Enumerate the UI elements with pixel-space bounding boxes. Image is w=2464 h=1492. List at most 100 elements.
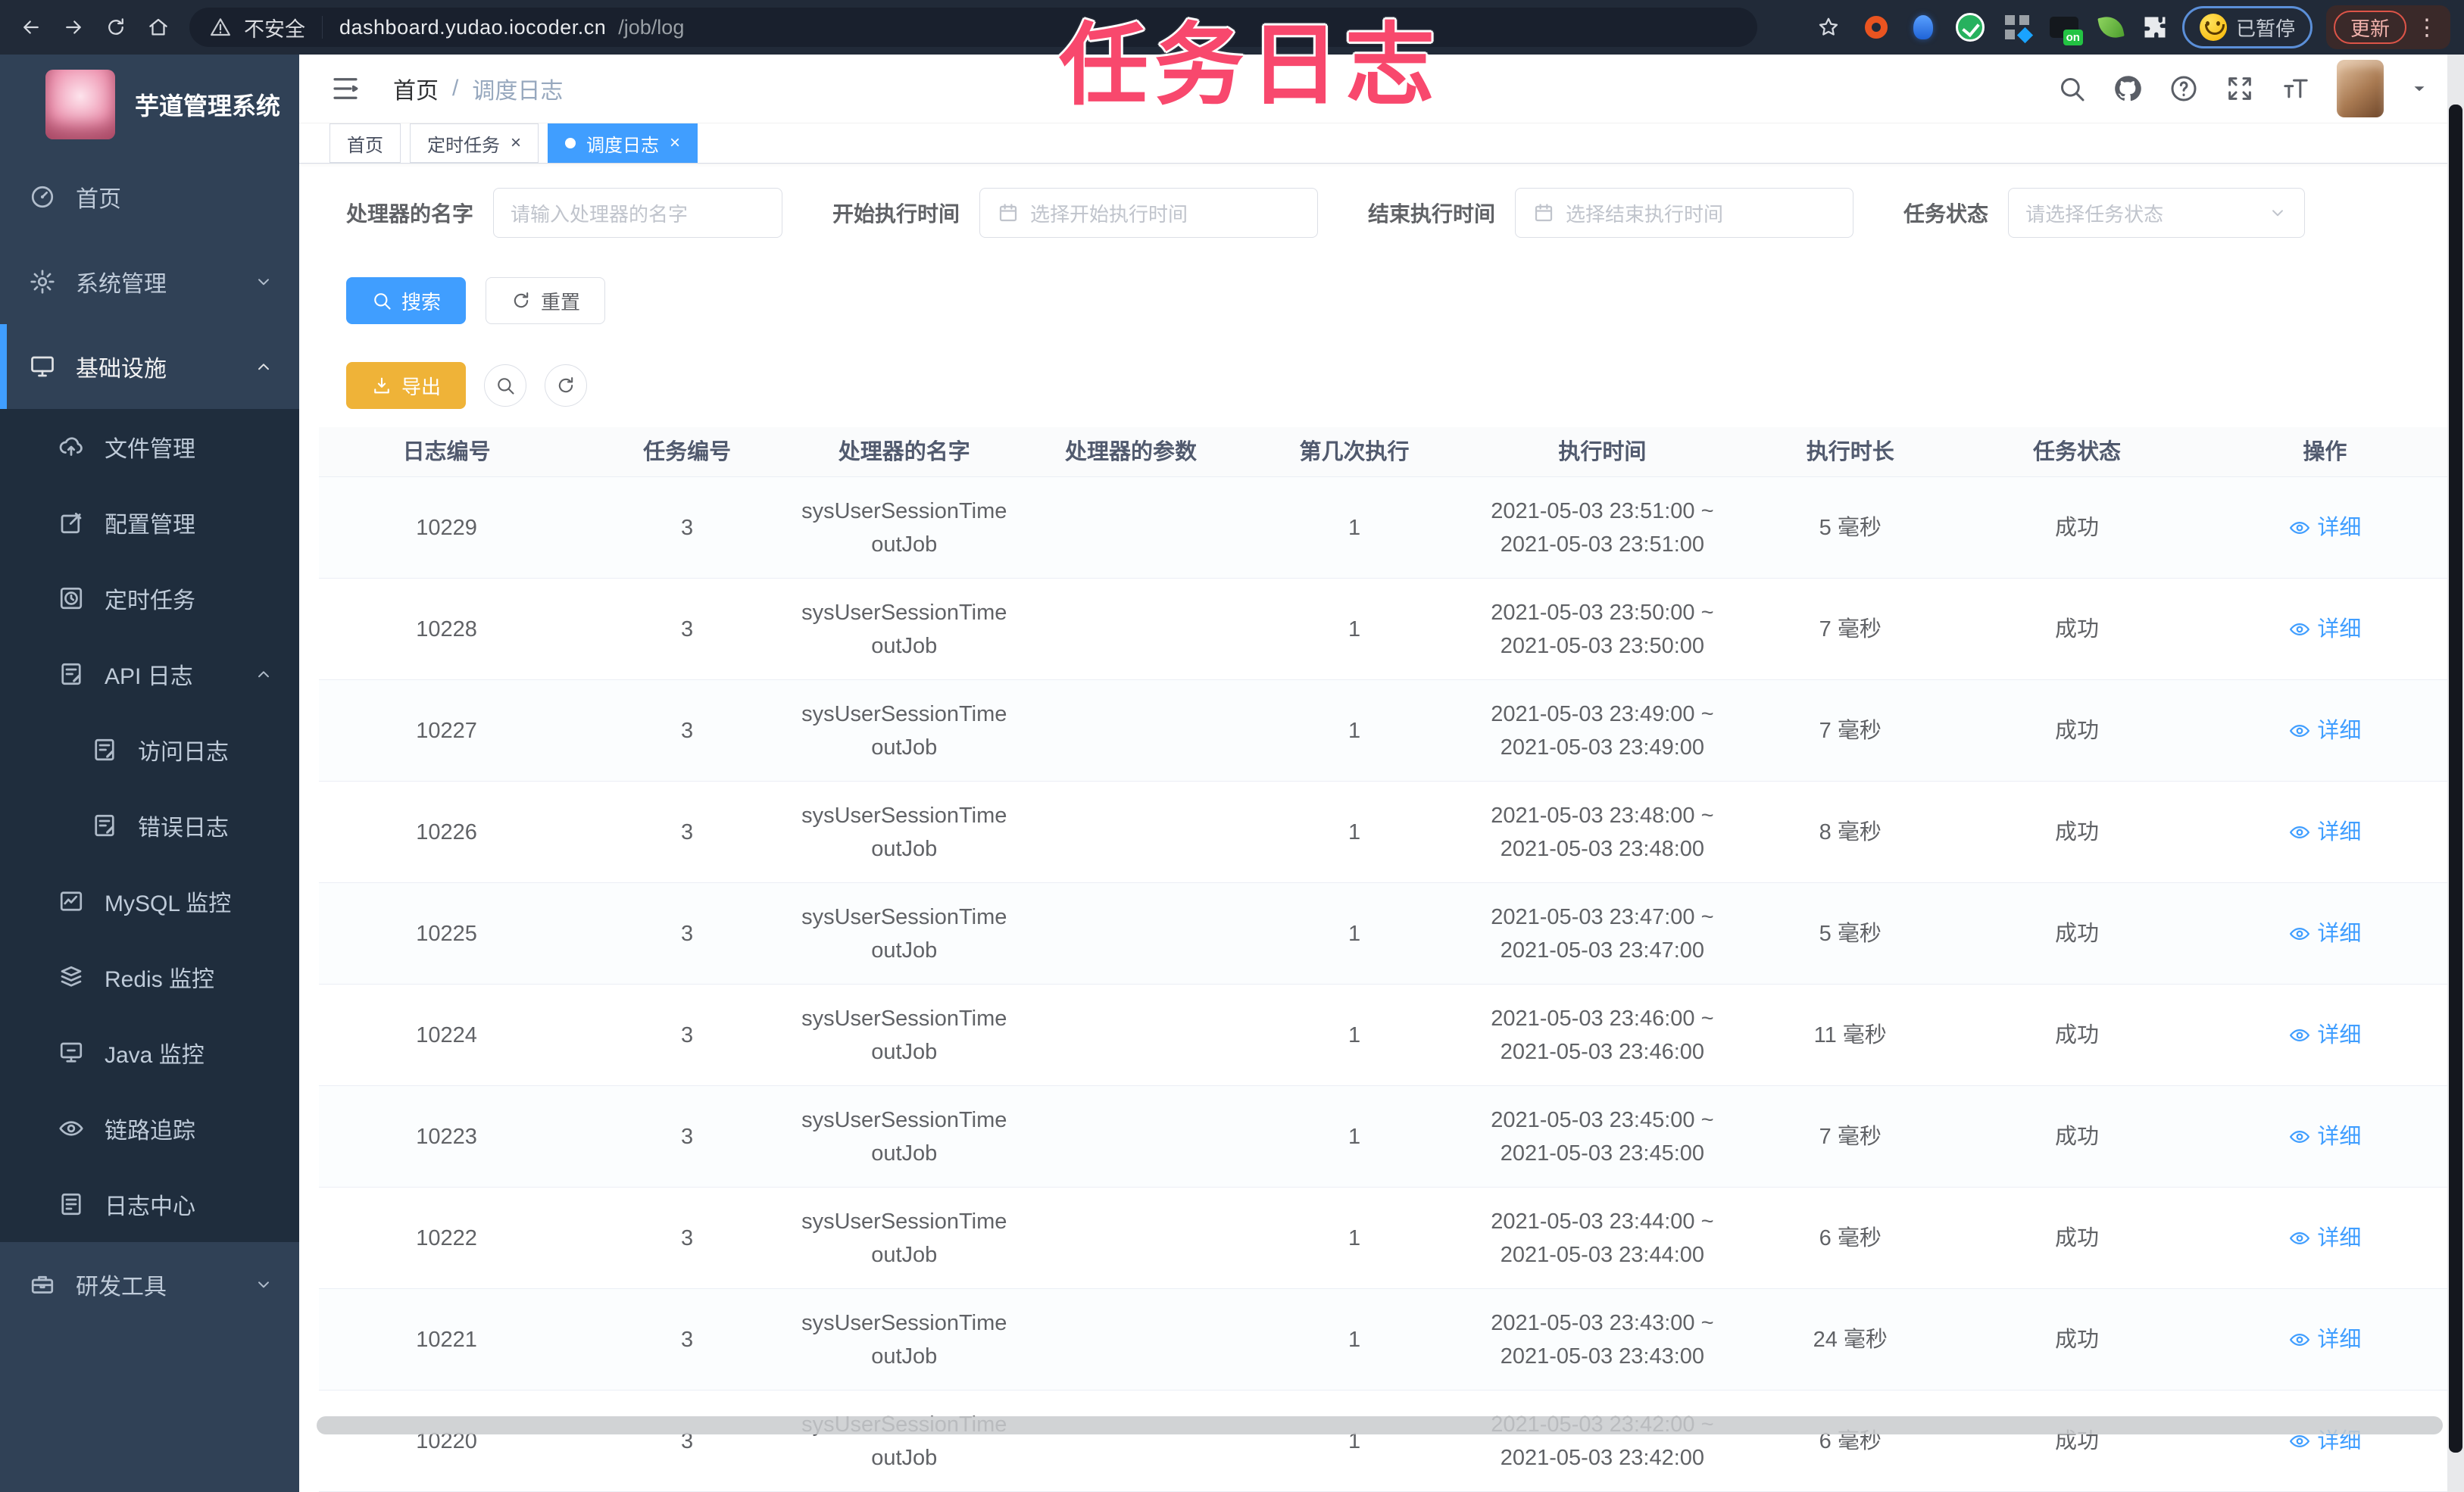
browser-menu-icon[interactable]	[2411, 14, 2443, 41]
extension-icon-leaf[interactable]	[2094, 11, 2128, 44]
view-icon	[2288, 1227, 2311, 1250]
reset-button[interactable]: 重置	[486, 277, 606, 324]
detail-link[interactable]: 详细	[2288, 511, 2361, 545]
table-row: 10227 3 sysUserSessionTimeoutJob 1 2021-…	[319, 680, 2447, 782]
user-avatar[interactable]	[2337, 60, 2384, 117]
sidebar-item[interactable]: 定时任务	[0, 560, 299, 636]
sidebar-item[interactable]: 配置管理	[0, 485, 299, 560]
refresh-table-button[interactable]	[545, 364, 588, 407]
view-icon	[2288, 1125, 2311, 1148]
action-cell: 详细	[2203, 1222, 2447, 1255]
question-icon[interactable]	[2169, 73, 2199, 104]
extension-icon-orange[interactable]	[1860, 11, 1893, 44]
filter-input[interactable]: 选择开始执行时间	[979, 188, 1319, 238]
emoji-face-icon	[2199, 14, 2227, 41]
duration-cell: 8 毫秒	[1819, 819, 1882, 844]
star-icon[interactable]	[1811, 10, 1846, 45]
detail-link[interactable]: 详细	[2288, 1323, 2361, 1356]
sidebar-item[interactable]: 系统管理	[0, 239, 299, 324]
export-button[interactable]: 导出	[346, 362, 467, 409]
duration-cell: 5 毫秒	[1819, 921, 1882, 946]
home-icon[interactable]	[141, 10, 176, 45]
task-id-cell: 3	[681, 921, 694, 946]
sidebar-item[interactable]: 研发工具	[0, 1242, 299, 1327]
gear-icon	[29, 268, 56, 295]
update-button[interactable]: 更新	[2333, 11, 2406, 44]
sidebar-item[interactable]: MySQL 监控	[0, 863, 299, 939]
log-id-cell: 10223	[416, 1124, 477, 1149]
time-cell: 2021-05-03 23:43:00 ~ 2021-05-03 23:43:0…	[1491, 1310, 1714, 1369]
vertical-scrollbar[interactable]	[2447, 55, 2464, 1492]
log-id-cell: 10229	[416, 515, 477, 540]
sidebar-item[interactable]: 首页	[0, 155, 299, 239]
detail-link[interactable]: 详细	[2288, 1019, 2361, 1052]
filter-input[interactable]: 请选择任务状态	[2008, 188, 2306, 238]
page-tab[interactable]: 调度日志	[548, 123, 698, 163]
sidebar-item[interactable]: 基础设施	[0, 324, 299, 409]
sidebar-item[interactable]: 链路追踪	[0, 1091, 299, 1166]
detail-link[interactable]: 详细	[2288, 1120, 2361, 1153]
sidebar-item[interactable]: Java 监控	[0, 1015, 299, 1091]
task-id-cell: 3	[681, 819, 694, 844]
fullscreen-icon[interactable]	[2225, 73, 2255, 104]
sidebar-item[interactable]: 错误日志	[0, 788, 299, 863]
menu-unfold-icon[interactable]	[329, 73, 361, 105]
round-cell: 1	[1348, 1022, 1361, 1047]
fontsize-icon[interactable]	[2281, 73, 2311, 104]
dashboard-icon	[29, 183, 56, 211]
handler-cell: sysUserSessionTimeoutJob	[801, 1310, 1007, 1369]
sidebar-item[interactable]: 文件管理	[0, 409, 299, 485]
caret-down-icon[interactable]	[2409, 79, 2429, 98]
detail-link[interactable]: 详细	[2288, 917, 2361, 950]
sidebar-item[interactable]: Redis 监控	[0, 939, 299, 1015]
view-icon	[2288, 1328, 2311, 1351]
github-icon[interactable]	[2113, 73, 2143, 104]
url-path: /job/log	[618, 15, 685, 39]
sidebar-item[interactable]: 日志中心	[0, 1166, 299, 1242]
column-header: 任务状态	[2032, 439, 2121, 464]
chevron-up-icon	[254, 664, 273, 684]
puzzle-icon[interactable]	[2141, 14, 2169, 41]
search-button[interactable]: 搜索	[346, 277, 467, 324]
detail-link[interactable]: 详细	[2288, 714, 2361, 748]
detail-link[interactable]: 详细	[2288, 613, 2361, 646]
filter-input[interactable]: 选择结束执行时间	[1515, 188, 1854, 238]
breadcrumb-current: 调度日志	[472, 79, 564, 104]
extension-icon-grid[interactable]	[2000, 11, 2034, 44]
horizontal-scrollbar[interactable]	[317, 1416, 2443, 1434]
duration-cell: 5 毫秒	[1819, 515, 1882, 540]
handler-cell: sysUserSessionTimeoutJob	[801, 1107, 1007, 1166]
extension-icon-green-check[interactable]	[1953, 11, 1987, 44]
log-center-icon	[58, 1191, 85, 1218]
address-bar[interactable]: 不安全 dashboard.yudao.iocoder.cn/job/log	[189, 8, 1757, 47]
page-tab[interactable]: 首页	[329, 123, 401, 163]
close-icon[interactable]	[670, 134, 680, 152]
back-icon[interactable]	[14, 10, 48, 45]
table-row: 10223 3 sysUserSessionTimeoutJob 1 2021-…	[319, 1086, 2447, 1188]
page-tab[interactable]: 定时任务	[410, 123, 539, 163]
warning-icon	[209, 16, 232, 39]
table-row: 10228 3 sysUserSessionTimeoutJob 1 2021-…	[319, 579, 2447, 680]
toggle-search-button[interactable]	[484, 364, 527, 407]
filter-input[interactable]: 请输入处理器的名字	[493, 188, 783, 238]
placeholder-text: 请输入处理器的名字	[511, 202, 689, 226]
sidebar-item[interactable]: 访问日志	[0, 712, 299, 788]
task-id-cell: 3	[681, 1022, 694, 1047]
reload-icon[interactable]	[98, 10, 133, 45]
divider	[322, 16, 323, 39]
detail-link[interactable]: 详细	[2288, 816, 2361, 849]
detail-link[interactable]: 详细	[2288, 1222, 2361, 1255]
scrollbar-thumb[interactable]	[2449, 105, 2462, 1453]
sidebar-item[interactable]: API 日志	[0, 636, 299, 712]
extension-icon-blue[interactable]	[1907, 11, 1940, 44]
tab-label: 调度日志	[586, 135, 660, 156]
profile-paused-chip[interactable]: 已暂停	[2181, 6, 2313, 48]
task-id-cell: 3	[681, 515, 694, 540]
extension-icon-on-badge[interactable]	[2047, 11, 2083, 45]
close-icon[interactable]	[511, 134, 521, 152]
forward-icon[interactable]	[56, 10, 91, 45]
app-logo-row[interactable]: 芋道管理系统	[0, 55, 299, 155]
breadcrumb-home[interactable]: 首页	[393, 72, 439, 105]
search-icon[interactable]	[2056, 73, 2087, 104]
duration-cell: 6 毫秒	[1819, 1225, 1882, 1250]
